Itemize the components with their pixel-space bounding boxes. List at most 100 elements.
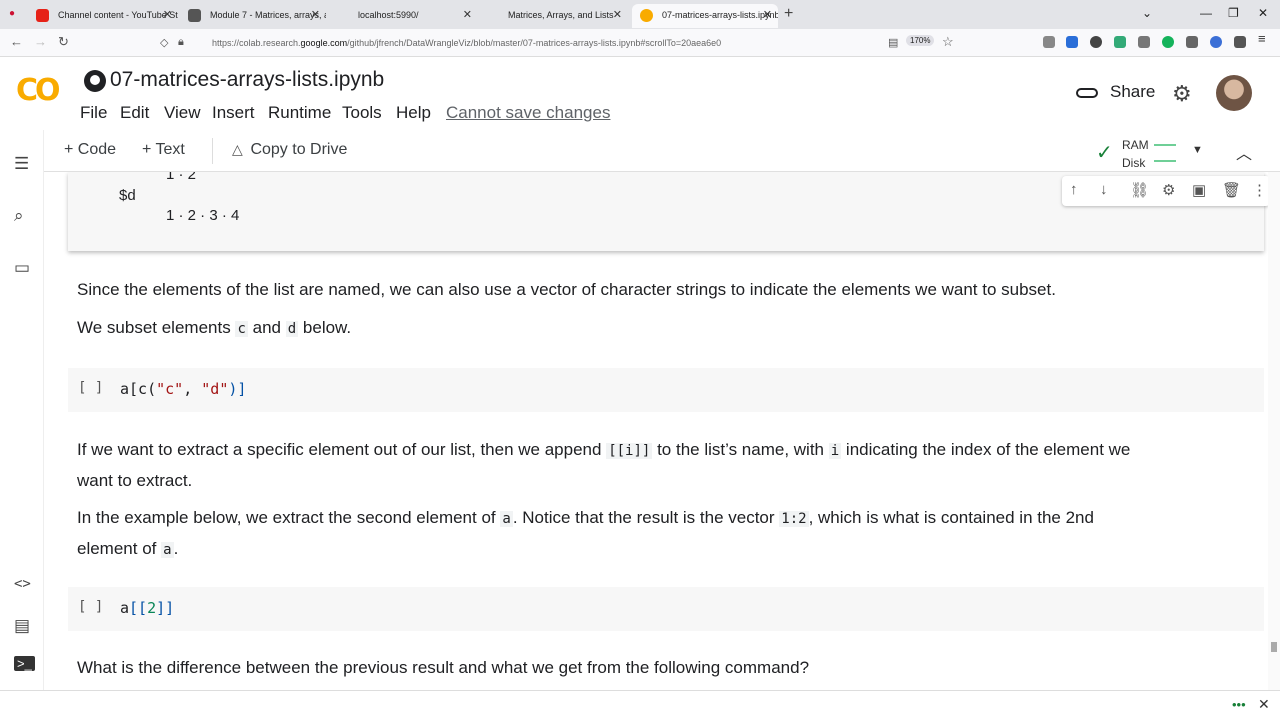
close-tab-icon[interactable]: ✕: [463, 4, 472, 26]
text-span: In the example below, we extract the sec…: [77, 508, 496, 527]
more-vert-icon[interactable]: ⋮: [1252, 181, 1267, 199]
extension-icon[interactable]: [1186, 36, 1198, 48]
resource-indicator[interactable]: ✓ RAM Disk ▼: [1096, 134, 1216, 170]
tab-list-chevron-icon[interactable]: ⌄: [1142, 6, 1152, 20]
code-snippets-icon[interactable]: <>: [14, 576, 31, 592]
bookmark-star-icon[interactable]: ☆: [942, 34, 954, 50]
copy-to-drive-button[interactable]: △ Copy to Drive: [232, 141, 347, 159]
connected-check-icon: ✓: [1096, 142, 1113, 164]
page-icon: [188, 9, 201, 22]
notebook-title[interactable]: 07-matrices-arrays-lists.ipynb: [110, 68, 384, 92]
url-field[interactable]: https://colab.research.google.com/github…: [150, 32, 960, 54]
new-tab-icon[interactable]: +: [784, 5, 793, 23]
grammarly-icon[interactable]: [1162, 36, 1174, 48]
menu-help[interactable]: Help: [396, 103, 431, 123]
ram-bar: [1154, 140, 1176, 146]
add-text-button[interactable]: + Text: [142, 141, 185, 159]
menu-view[interactable]: View: [164, 103, 201, 123]
command-palette-icon[interactable]: ▤: [14, 616, 30, 636]
folder-icon[interactable]: ▭: [14, 258, 30, 278]
cannot-save-warning[interactable]: Cannot save changes: [446, 103, 610, 123]
browser-tab-localhost[interactable]: localhost:5990/ ✕: [328, 4, 478, 28]
browser-tab-module7[interactable]: Module 7 - Matrices, arrays, an ✕: [180, 4, 326, 28]
run-cell-button[interactable]: [ ]: [78, 599, 103, 615]
downloads-icon[interactable]: [1066, 36, 1078, 48]
run-cell-button[interactable]: [ ]: [78, 380, 103, 396]
tab-label: 07-matrices-arrays-lists.ipynb: [662, 10, 778, 20]
chevron-down-icon[interactable]: ▼: [1192, 144, 1203, 156]
browser-tab-matrices[interactable]: Matrices, Arrays, and Lists ✕: [478, 4, 628, 28]
close-tab-icon[interactable]: ✕: [311, 4, 320, 26]
move-down-icon[interactable]: ↓: [1100, 181, 1108, 198]
notebook-scrollbar[interactable]: [1268, 172, 1280, 690]
search-icon[interactable]: ⌕: [14, 206, 24, 226]
move-up-icon[interactable]: ↑: [1070, 181, 1078, 198]
terminal-icon[interactable]: >_: [14, 656, 35, 671]
zoom-level-badge[interactable]: 170%: [906, 35, 935, 46]
output-partial-line: 1 · 2: [166, 172, 197, 183]
code-cell[interactable]: [ ] a[c("c", "d")]: [68, 368, 1264, 412]
output-list-value: 1 · 2 · 3 · 4: [166, 207, 240, 224]
reload-icon[interactable]: ↻: [58, 34, 69, 50]
mirror-cell-icon[interactable]: ▣: [1192, 181, 1206, 199]
menu-edit[interactable]: Edit: [120, 103, 149, 123]
avatar[interactable]: [1216, 75, 1252, 111]
extension-icon[interactable]: [1210, 36, 1222, 48]
close-icon[interactable]: ✕: [1258, 696, 1270, 713]
inline-code: a: [500, 511, 513, 527]
close-tab-icon[interactable]: ✕: [613, 4, 622, 26]
settings-gear-icon[interactable]: ⚙: [1172, 81, 1192, 107]
extension-icon[interactable]: [1138, 36, 1150, 48]
inline-code: [[i]]: [606, 443, 653, 459]
text-span: indicating the index of the element we: [845, 440, 1131, 459]
left-sidebar: ☰ ⌕ ▭ <> ▤ >_: [0, 130, 44, 690]
status-bar: ••• ✕: [0, 690, 1280, 720]
more-horiz-icon[interactable]: •••: [1232, 697, 1246, 712]
pocket-icon[interactable]: [1043, 36, 1055, 48]
browser-tab-notebook[interactable]: 07-matrices-arrays-lists.ipynb ✕: [632, 4, 778, 28]
extension-icon[interactable]: [1114, 36, 1126, 48]
markdown-text: What is the difference between the previ…: [77, 658, 810, 677]
markdown-text: Since the elements of the list are named…: [77, 280, 1056, 299]
menu-tools[interactable]: Tools: [342, 103, 382, 123]
close-window-icon[interactable]: ✕: [1258, 6, 1268, 20]
hamburger-menu-icon[interactable]: ≡: [1258, 31, 1270, 46]
forward-icon[interactable]: →: [34, 34, 47, 49]
back-icon[interactable]: ←: [10, 34, 23, 49]
table-of-contents-icon[interactable]: ☰: [14, 154, 29, 174]
code-source[interactable]: a[[2]]: [120, 599, 174, 617]
scrollbar-thumb[interactable]: [1271, 642, 1277, 652]
close-tab-icon[interactable]: ✕: [763, 4, 772, 26]
text-span: We subset elements: [77, 318, 231, 337]
restore-icon[interactable]: ❐: [1228, 6, 1239, 20]
add-code-button[interactable]: + Code: [64, 141, 116, 159]
code-cell[interactable]: [ ] a[[2]]: [68, 587, 1264, 631]
share-button[interactable]: Share: [1076, 82, 1155, 102]
menu-file[interactable]: File: [80, 103, 107, 123]
code-string: "d": [201, 380, 229, 398]
link-icon[interactable]: ⛓: [1130, 181, 1149, 199]
reader-view-icon[interactable]: ▤: [888, 36, 898, 49]
extensions-puzzle-icon[interactable]: [1234, 36, 1246, 48]
notebook-content: 1 · 2 $d 1 · 2 · 3 · 4 ↑ ↓ ⛓ ⚙ ▣ 🗑︎ ⋮ Si…: [44, 172, 1280, 690]
minimize-icon[interactable]: —: [1200, 6, 1212, 20]
delete-icon[interactable]: 🗑︎: [1222, 181, 1241, 199]
menu-insert[interactable]: Insert: [212, 103, 255, 123]
settings-gear-icon[interactable]: ⚙: [1162, 181, 1175, 199]
inline-code: i: [828, 443, 842, 459]
browser-tab-youtube[interactable]: Channel content - YouTube Stu ✕: [28, 4, 178, 28]
notebook-toolbar: + Code + Text △ Copy to Drive ✓ RAM Disk…: [0, 130, 1280, 172]
colab-logo[interactable]: CO: [16, 73, 60, 108]
chevron-up-icon[interactable]: ︿: [1236, 140, 1252, 164]
text-span: to the list’s name, with: [657, 440, 825, 459]
link-icon: [1076, 87, 1098, 98]
markdown-text: If we want to extract a specific element…: [77, 435, 1237, 495]
close-tab-icon[interactable]: ✕: [163, 4, 172, 26]
drive-icon: △: [232, 141, 243, 157]
firefox-menu-icon[interactable]: ●: [4, 6, 20, 22]
extension-icon[interactable]: [1090, 36, 1102, 48]
output-list-name: $d: [119, 187, 136, 204]
copy-to-drive-label: Copy to Drive: [250, 141, 348, 158]
menu-runtime[interactable]: Runtime: [268, 103, 331, 123]
code-source[interactable]: a[c("c", "d")]: [120, 380, 246, 398]
